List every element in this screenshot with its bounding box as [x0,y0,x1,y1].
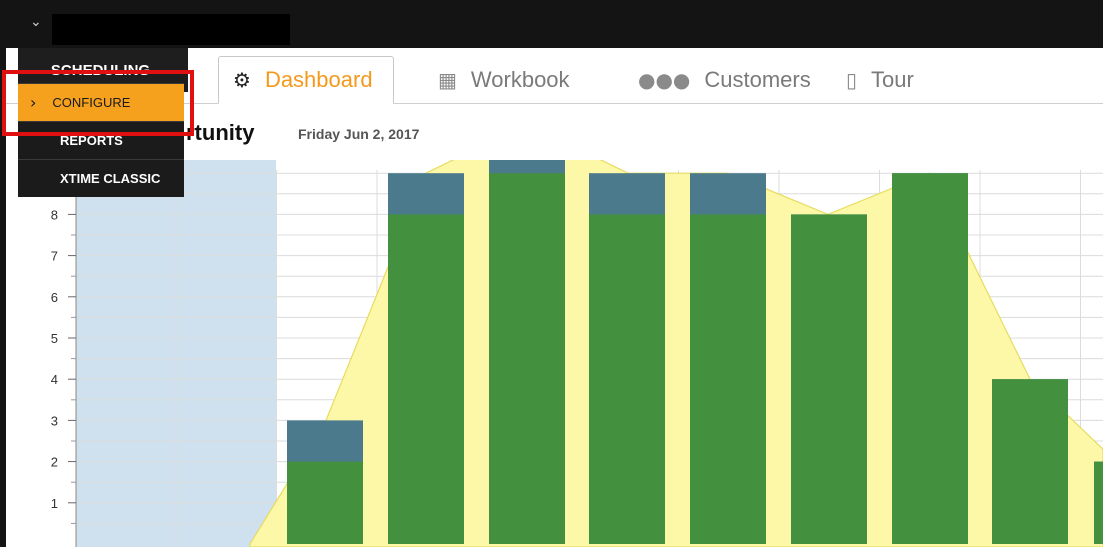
bar [489,173,565,544]
redacted-title-box [52,14,290,45]
page-title: rtunity [186,120,255,145]
map-icon: ▯ [846,68,858,92]
area-series [249,160,1103,547]
tab-label: Customers [704,67,811,92]
users-icon: ●●● [638,68,691,92]
menu-item-label: XTIME CLASSIC [60,171,161,186]
bar [892,173,968,544]
bar [690,214,766,544]
tab-customers[interactable]: ●●● Customers [638,56,811,104]
top-bar: ⌄ [6,0,1103,48]
page-date: Friday Jun 2, 2017 [298,126,420,142]
y-axis-tick-label: 7 [51,249,58,264]
tab-label: Workbook [470,67,570,92]
dashboard-gauge-icon: ⚙ [233,68,251,92]
dashboard-chart: 123456789 [51,160,1103,547]
tab-dashboard[interactable]: ⚙ Dashboard [218,56,394,104]
highlight-annotation-box [2,70,194,136]
bar [992,379,1068,544]
tab-label: Tour [871,67,914,92]
calendar-icon: ▦ [438,68,457,92]
menu-item-xtime-classic[interactable]: XTIME CLASSIC [18,159,184,197]
bar [589,214,665,544]
tab-label: Dashboard [264,67,373,92]
y-axis-tick-label: 3 [51,413,58,428]
bar [287,461,363,544]
y-axis-tick-label: 8 [51,207,58,222]
bar [791,214,867,544]
bar [388,214,464,544]
tab-tour[interactable]: ▯ Tour [846,56,914,104]
y-axis-tick-label: 4 [51,372,58,387]
y-axis-tick-label: 1 [51,496,58,511]
y-axis-tick-label: 2 [51,455,58,470]
bar [1094,461,1103,544]
y-axis-tick-label: 5 [51,331,58,346]
y-axis-tick-label: 6 [51,290,58,305]
chevron-down-icon[interactable]: ⌄ [30,14,42,30]
tab-workbook[interactable]: ▦ Workbook [438,56,570,104]
